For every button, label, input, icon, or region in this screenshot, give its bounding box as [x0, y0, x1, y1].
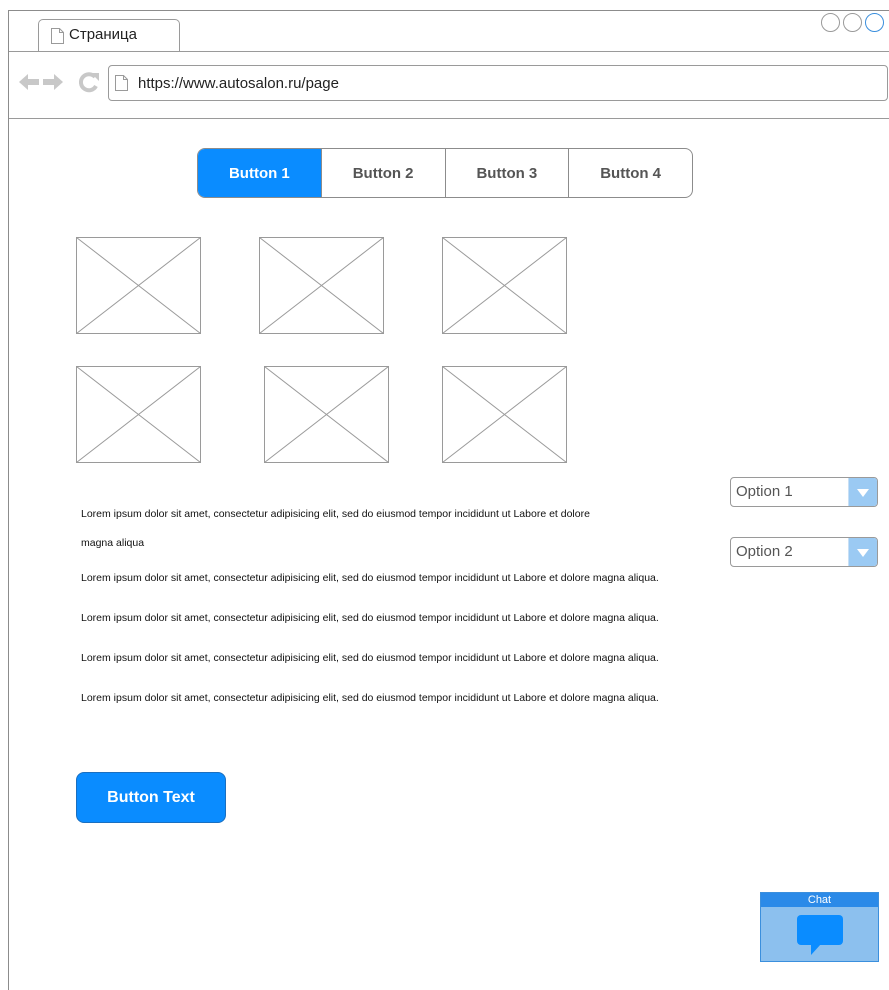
- option-2-select[interactable]: Option 2: [730, 537, 878, 567]
- tab-title: Страница: [69, 26, 137, 43]
- forward-arrow-icon[interactable]: [42, 71, 64, 93]
- select-value: Option 2: [736, 543, 793, 560]
- window-circle-icon[interactable]: [865, 13, 884, 32]
- browser-tab[interactable]: Страница: [38, 19, 180, 51]
- dropdown-arrow-icon[interactable]: [848, 538, 877, 566]
- segment-button-2[interactable]: Button 2: [320, 149, 445, 197]
- image-placeholder: [442, 237, 567, 334]
- paragraph: Lorem ipsum dolor sit amet, consectetur …: [81, 572, 659, 584]
- segment-button-3[interactable]: Button 3: [444, 149, 569, 197]
- image-placeholder: [76, 237, 201, 334]
- paragraph: Lorem ipsum dolor sit amet, consectetur …: [81, 612, 659, 624]
- paragraph: magna aliqua: [81, 537, 145, 549]
- segmented-control: Button 1 Button 2 Button 3 Button 4: [197, 148, 693, 198]
- option-1-select[interactable]: Option 1: [730, 477, 878, 507]
- paragraph: Lorem ipsum dolor sit amet, consectetur …: [81, 652, 659, 664]
- url-text[interactable]: https://www.autosalon.ru/page: [138, 75, 339, 92]
- chat-widget[interactable]: Chat: [760, 892, 879, 962]
- reload-icon[interactable]: [78, 71, 100, 93]
- segment-button-1[interactable]: Button 1: [198, 149, 321, 197]
- image-placeholder: [442, 366, 567, 463]
- image-placeholder: [264, 366, 389, 463]
- dropdown-arrow-icon[interactable]: [848, 478, 877, 506]
- image-placeholder: [259, 237, 384, 334]
- window-circle-icon[interactable]: [821, 13, 840, 32]
- chat-label: Chat: [761, 893, 878, 907]
- chat-bubble-icon: [797, 915, 843, 955]
- primary-button[interactable]: Button Text: [76, 772, 226, 823]
- url-field[interactable]: https://www.autosalon.ru/page: [108, 65, 888, 101]
- image-placeholder: [76, 366, 201, 463]
- page-icon: [115, 75, 128, 91]
- select-value: Option 1: [736, 483, 793, 500]
- back-arrow-icon[interactable]: [18, 71, 40, 93]
- paragraph: Lorem ipsum dolor sit amet, consectetur …: [81, 692, 659, 704]
- window-circle-icon[interactable]: [843, 13, 862, 32]
- page-icon: [51, 28, 64, 44]
- window-controls: [819, 13, 889, 35]
- segment-button-4[interactable]: Button 4: [568, 149, 692, 197]
- paragraph: Lorem ipsum dolor sit amet, consectetur …: [81, 508, 590, 520]
